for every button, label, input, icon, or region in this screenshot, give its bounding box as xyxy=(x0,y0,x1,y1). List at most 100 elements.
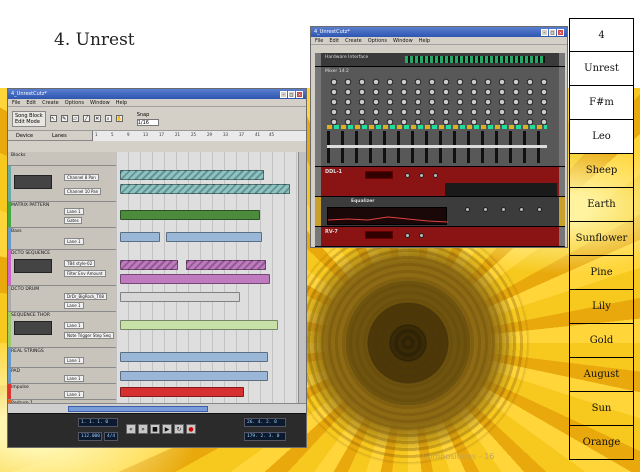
loop-button[interactable]: ↻ xyxy=(174,424,184,434)
hand-tool-icon[interactable]: ✋ xyxy=(115,115,123,122)
note-clip[interactable] xyxy=(120,232,160,242)
reverb-knob[interactable] xyxy=(419,233,424,238)
note-clip[interactable] xyxy=(120,371,268,381)
razor-tool-icon[interactable]: ╱ xyxy=(82,115,90,122)
pencil-tool-icon[interactable]: ✎ xyxy=(60,115,68,122)
mixer-mute-buttons[interactable] xyxy=(327,125,547,129)
note-clip[interactable] xyxy=(120,387,244,397)
sequencer-titlebar[interactable]: 4_UnrestCutz* – □ × xyxy=(8,89,306,99)
scrollbar-thumb[interactable] xyxy=(68,406,208,412)
arrangement-timeline[interactable] xyxy=(116,152,298,415)
mute-tool-icon[interactable]: ✕ xyxy=(93,115,101,122)
track-row[interactable]: DCTO DRUM DrDr_BigRock_T08 Lane 1 xyxy=(8,286,116,312)
note-clip[interactable] xyxy=(186,260,266,270)
eq-knob[interactable] xyxy=(501,207,506,212)
automation-clip[interactable] xyxy=(120,170,264,180)
maximize-button[interactable]: □ xyxy=(549,28,556,36)
device-name: RV-7 xyxy=(325,229,338,235)
rack-device-hardware-interface[interactable]: Hardware Interface xyxy=(315,53,565,67)
stop-button[interactable]: ■ xyxy=(150,424,160,434)
lane-label: TB4 style-02 xyxy=(64,260,96,267)
fast-forward-button[interactable]: » xyxy=(138,424,148,434)
menu-create[interactable]: Create xyxy=(345,38,362,44)
menu-edit[interactable]: Edit xyxy=(329,38,339,44)
note-clip[interactable] xyxy=(166,232,262,242)
right-locator-display[interactable]: 179. 2. 3. 0 xyxy=(244,432,286,441)
reverb-knob[interactable] xyxy=(405,233,410,238)
note-clip[interactable] xyxy=(120,292,240,302)
dry-wet-knob[interactable] xyxy=(433,173,438,178)
eq-knob[interactable] xyxy=(537,207,542,212)
rack-device-mixer[interactable]: Mixer 14:2 xyxy=(315,67,565,167)
lanes-column-header: Lanes xyxy=(52,132,67,139)
rack-device-equalizer[interactable]: Equalizer xyxy=(315,197,565,227)
timeline-ruler[interactable]: 1 5 9 13 17 21 25 29 33 37 41 45 xyxy=(92,130,306,141)
song-position-display[interactable]: 1. 1. 1. 0 xyxy=(78,418,118,427)
track-row[interactable]: Blocks xyxy=(8,152,116,166)
note-clip[interactable] xyxy=(120,260,178,270)
menu-window[interactable]: Window xyxy=(393,38,413,44)
note-clip[interactable] xyxy=(120,352,268,362)
record-button[interactable]: ● xyxy=(186,424,196,434)
rack-device-ddl[interactable]: DDL-1 xyxy=(315,167,565,197)
menu-help[interactable]: Help xyxy=(419,38,430,44)
track-row[interactable]: Channel 8 Pan Channel 10 Pan xyxy=(8,166,116,202)
track-row[interactable]: Impulse Lane 1 xyxy=(8,384,116,400)
track-name: PAD xyxy=(11,369,20,374)
feedback-knob[interactable] xyxy=(405,173,410,178)
rack-titlebar[interactable]: 4_UnrestCutz* – □ × xyxy=(311,27,567,37)
magnify-tool-icon[interactable]: ⌕ xyxy=(104,115,112,122)
tempo-display[interactable]: 112.000 xyxy=(78,432,102,441)
close-button[interactable]: × xyxy=(296,90,303,98)
menu-options[interactable]: Options xyxy=(65,100,84,106)
menu-create[interactable]: Create xyxy=(42,100,59,106)
note-clip[interactable] xyxy=(120,320,278,330)
menu-window[interactable]: Window xyxy=(90,100,110,106)
track-row[interactable]: DCTO SEQUENCE TB4 style-02 Filter Env Am… xyxy=(8,250,116,286)
signature-display[interactable]: 4/4 xyxy=(104,432,118,441)
maximize-button[interactable]: □ xyxy=(288,90,295,98)
eq-curve xyxy=(327,216,449,223)
lane-label: Channel 8 Pan xyxy=(64,174,99,181)
track-row[interactable]: PAD Lane 1 xyxy=(8,368,116,384)
rack-device-rv7[interactable]: RV-7 xyxy=(315,227,565,247)
word-box: Leo xyxy=(569,120,634,154)
mixer-faders[interactable] xyxy=(327,131,547,163)
rewind-button[interactable]: « xyxy=(126,424,136,434)
horizontal-scrollbar[interactable] xyxy=(8,403,306,413)
menu-edit[interactable]: Edit xyxy=(26,100,36,106)
menu-file[interactable]: File xyxy=(315,38,323,44)
arrow-tool-icon[interactable]: ↖ xyxy=(49,115,57,122)
eraser-tool-icon[interactable]: ▱ xyxy=(71,115,79,122)
menu-options[interactable]: Options xyxy=(368,38,387,44)
note-clip[interactable] xyxy=(120,274,270,284)
track-row[interactable]: SEQUENCE THOR Lane 1 Note Trigger Step S… xyxy=(8,312,116,348)
menu-help[interactable]: Help xyxy=(116,100,127,106)
eq-knob[interactable] xyxy=(465,207,470,212)
pattern-clip[interactable] xyxy=(120,210,260,220)
rack-slot xyxy=(445,183,557,196)
close-button[interactable]: × xyxy=(557,28,564,36)
eq-knob[interactable] xyxy=(519,207,524,212)
pan-knob[interactable] xyxy=(419,173,424,178)
track-row[interactable]: REAL STRINGS Lane 1 xyxy=(8,348,116,368)
menu-file[interactable]: File xyxy=(12,100,20,106)
minimize-button[interactable]: – xyxy=(280,90,287,98)
track-row[interactable]: Bass Lane 1 xyxy=(8,228,116,250)
device-column-header: Device xyxy=(16,132,34,139)
lane-label: Channel 10 Pan xyxy=(64,188,102,195)
minimize-button[interactable]: – xyxy=(541,28,548,36)
left-locator-display[interactable]: 26. 4. 2. 0 xyxy=(244,418,286,427)
eq-knob[interactable] xyxy=(483,207,488,212)
word-box: Orange xyxy=(569,426,634,460)
mixer-knobs xyxy=(327,77,547,127)
mode-switch[interactable]: Song Block Edit Mode xyxy=(12,110,46,127)
track-row[interactable]: MATRIX PATTERN Lane 1 Gates xyxy=(8,202,116,228)
play-button[interactable]: ▶ xyxy=(162,424,172,434)
slide-title: 4. Unrest xyxy=(54,30,135,50)
edit-mode-button[interactable]: Edit Mode xyxy=(15,119,40,125)
automation-clip[interactable] xyxy=(120,184,290,194)
track-name: MATRIX PATTERN xyxy=(11,203,50,208)
snap-select[interactable]: 1/16 xyxy=(136,118,159,126)
vertical-scrollbar[interactable] xyxy=(298,152,306,415)
